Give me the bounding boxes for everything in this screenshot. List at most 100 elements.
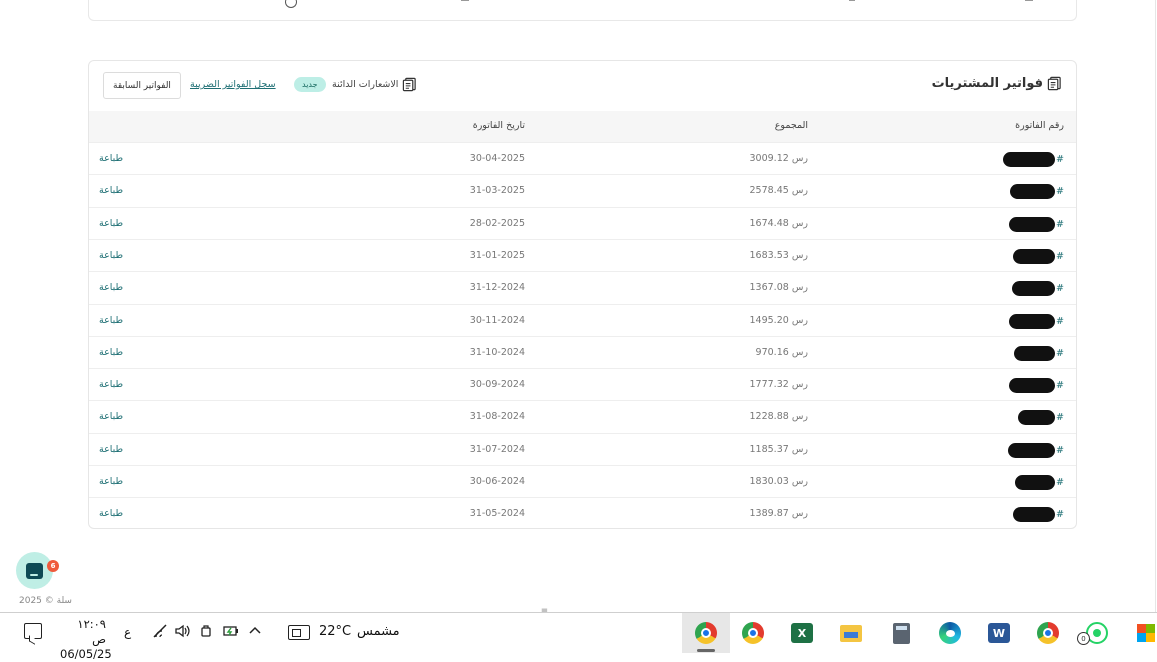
print-link[interactable]: طباعة (99, 411, 123, 422)
redacted-invoice-number (1013, 248, 1056, 264)
invoice-total: 970.16 رس (755, 346, 808, 358)
excel-app[interactable]: X (788, 619, 816, 647)
card-header: فواتير المشتريات الفواتير السابقة سجل ال… (89, 61, 1076, 111)
invoice-date: 31-01-2025 (469, 249, 525, 261)
print-link[interactable]: طباعة (99, 444, 123, 455)
redacted-invoice-number (1009, 216, 1056, 232)
invoice-number-cell: # (1009, 216, 1064, 232)
scrollbar-track[interactable] (1155, 0, 1156, 612)
file-explorer-app[interactable] (837, 619, 865, 647)
invoice-total: 2578.45 رس (749, 185, 809, 197)
chrome-app-2[interactable] (1034, 619, 1062, 647)
redacted-invoice-number (1018, 410, 1056, 426)
header-total: المجموع (774, 120, 808, 131)
invoice-date: 30-06-2024 (469, 476, 525, 487)
print-link[interactable]: طباعة (99, 250, 123, 261)
new-badge: جديد (294, 77, 326, 92)
temperature[interactable]: 22°C (319, 624, 351, 639)
battery-charging-icon[interactable] (223, 624, 241, 642)
chevron-up-icon[interactable] (249, 624, 261, 639)
invoice-number-cell: # (1013, 248, 1064, 264)
clock-time: ١٢:٠٩ ص (77, 617, 106, 646)
chrome-profile-icon (695, 622, 717, 644)
news-weather-icon[interactable] (288, 625, 310, 640)
print-link[interactable]: طباعة (99, 315, 123, 326)
wifi-icon[interactable] (152, 624, 168, 642)
credit-notes-document-icon (403, 77, 417, 92)
invoice-number-cell: # (1009, 378, 1064, 394)
invoice-hash: # (1056, 283, 1064, 295)
chrome-icon (1037, 622, 1059, 644)
print-link[interactable]: طباعة (99, 185, 123, 196)
table-row: #1185.37 رس 31-07-2024 طباعة (89, 432, 1076, 465)
invoice-number-cell: # (1018, 410, 1064, 426)
chat-button[interactable] (16, 552, 53, 589)
previous-invoices-button[interactable]: الفواتير السابقة (103, 72, 181, 99)
invoice-number-cell: # (1013, 507, 1064, 523)
volume-icon[interactable] (174, 624, 190, 642)
table-row: #1495.20 رس 30-11-2024 طباعة (89, 303, 1076, 336)
invoice-hash: # (1056, 347, 1064, 359)
invoice-total: 1674.48 رس (749, 217, 809, 229)
excel-icon: X (791, 623, 813, 643)
invoice-hash: # (1056, 380, 1064, 392)
print-link[interactable]: طباعة (99, 218, 123, 229)
windows-taskbar: ١٢:٠٩ ص 06/05/25 ع 22°C مشمس X W (0, 612, 1157, 661)
chrome-app[interactable] (739, 619, 767, 647)
redacted-invoice-number (1003, 152, 1056, 167)
whatsapp-badge: 0 (1077, 632, 1090, 645)
redacted-invoice-number (1009, 313, 1056, 329)
invoice-hash: # (1056, 315, 1064, 327)
clock[interactable]: ١٢:٠٩ ص 06/05/25 (60, 617, 112, 662)
print-link[interactable]: طباعة (99, 508, 123, 519)
redacted-invoice-number (1012, 281, 1056, 297)
copyright-text: سلة © 2025 (19, 596, 72, 606)
invoice-total: 1777.32 رس (749, 379, 809, 391)
invoice-total: 3009.12 رس (749, 153, 809, 164)
loading-circle-icon (285, 0, 297, 8)
invoice-number-cell: # (1010, 184, 1064, 200)
chrome-profile-app[interactable] (682, 613, 730, 653)
credit-notes-link[interactable]: الاشعارات الدائنة (332, 77, 417, 92)
print-link[interactable]: طباعة (99, 282, 123, 293)
invoice-total: 1228.88 رس (749, 411, 809, 423)
print-link[interactable]: طباعة (99, 347, 123, 358)
table-row: #1683.53 رس 31-01-2025 طباعة (89, 238, 1076, 271)
print-link[interactable]: طباعة (99, 379, 123, 390)
invoice-total: 1495.20 رس (749, 314, 809, 326)
invoice-number-cell: # (1008, 442, 1064, 458)
invoice-number-cell: # (1012, 281, 1064, 297)
word-app[interactable]: W (985, 619, 1013, 647)
invoice-hash: # (1056, 218, 1064, 230)
table-row: #1367.08 رس 31-12-2024 طباعة (89, 271, 1076, 303)
invoice-date: 31-10-2024 (469, 346, 525, 358)
invoice-date: 30-09-2024 (469, 379, 525, 391)
meet-now-icon[interactable] (200, 624, 214, 642)
credit-notes-label: الاشعارات الدائنة (332, 78, 399, 90)
word-icon: W (988, 623, 1010, 643)
redacted-invoice-number (1010, 184, 1056, 200)
print-link[interactable]: طباعة (99, 153, 123, 164)
truncated-text (1025, 0, 1033, 1)
notification-center-icon[interactable] (24, 623, 42, 639)
chrome-icon (742, 622, 764, 644)
tax-invoices-link[interactable]: سجل الفواتير الضريبة (190, 79, 276, 90)
invoice-total: 1830.03 رس (749, 476, 809, 487)
edge-app[interactable] (936, 619, 964, 647)
invoice-date: 28-02-2025 (469, 217, 525, 229)
invoice-total: 1389.87 رس (749, 508, 809, 520)
table-row: #3009.12 رس 30-04-2025 طباعة (89, 142, 1076, 174)
invoice-number-cell: # (1015, 475, 1064, 490)
weather-condition[interactable]: مشمس (357, 624, 400, 639)
store-icon (1137, 624, 1155, 642)
table-row: #970.16 رس 31-10-2024 طباعة (89, 335, 1076, 368)
calculator-app[interactable] (887, 619, 915, 647)
header-invoice-date: تاريخ الفاتورة (472, 120, 525, 131)
language-indicator[interactable]: ع (124, 625, 131, 639)
invoice-hash: # (1056, 477, 1064, 488)
table-row: #1674.48 رس 28-02-2025 طباعة (89, 206, 1076, 239)
chat-bubble-icon (26, 562, 43, 579)
store-app[interactable] (1132, 619, 1157, 647)
redacted-invoice-number (1014, 345, 1056, 361)
print-link[interactable]: طباعة (99, 476, 123, 487)
